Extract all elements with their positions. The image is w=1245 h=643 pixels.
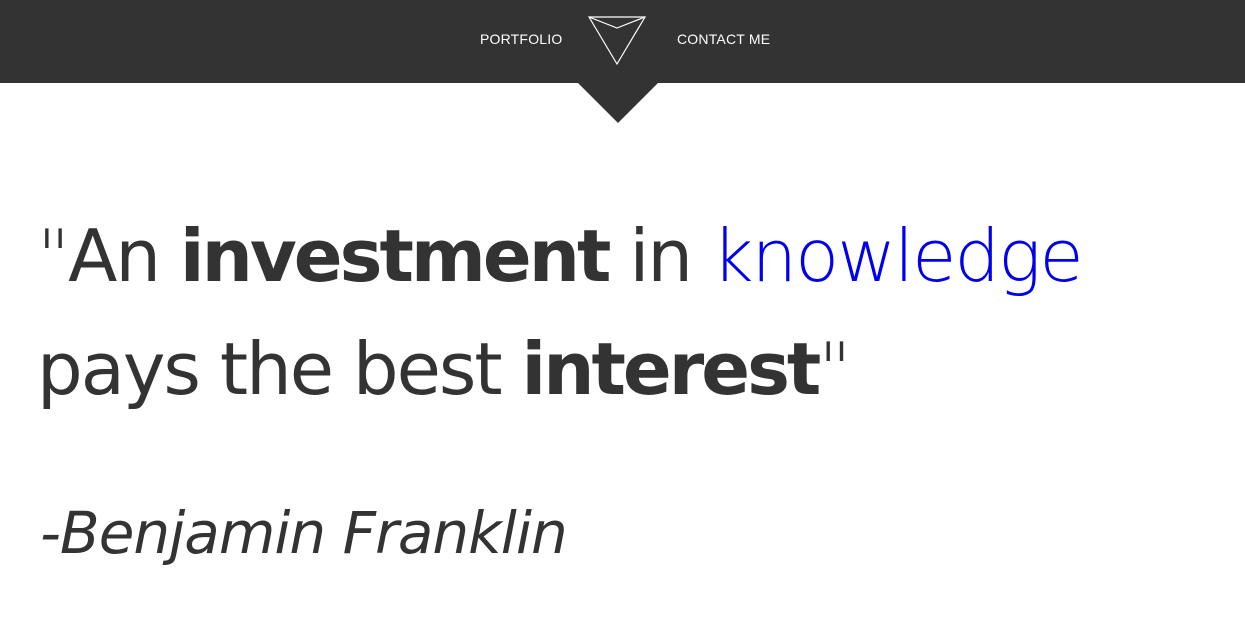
top-navigation-bar: PORTFOLIO CONTACT ME xyxy=(0,0,1245,83)
quote-word-knowledge: knowledge xyxy=(711,214,1084,298)
quote-word-pays: pays xyxy=(37,327,201,411)
quote-word-best: best xyxy=(352,327,503,411)
triangle-logo-icon[interactable] xyxy=(586,14,648,68)
quote-close-mark: " xyxy=(818,327,851,411)
quote-open-mark: " xyxy=(37,214,70,298)
nav-link-contact-me[interactable]: CONTACT ME xyxy=(677,30,770,48)
quote-word-an: An xyxy=(68,214,161,298)
quote-word-the: the xyxy=(219,327,334,411)
quote-word-investment: investment xyxy=(179,214,612,298)
quote-word-interest: interest xyxy=(521,327,822,411)
quote-text: "An investment in knowledge pays the best… xyxy=(37,200,1227,426)
nav-link-portfolio[interactable]: PORTFOLIO xyxy=(480,30,562,48)
quote-author: -Benjamin Franklin xyxy=(40,499,568,567)
nav-pointer-triangle xyxy=(578,83,658,123)
quote-word-in: in xyxy=(629,214,693,298)
